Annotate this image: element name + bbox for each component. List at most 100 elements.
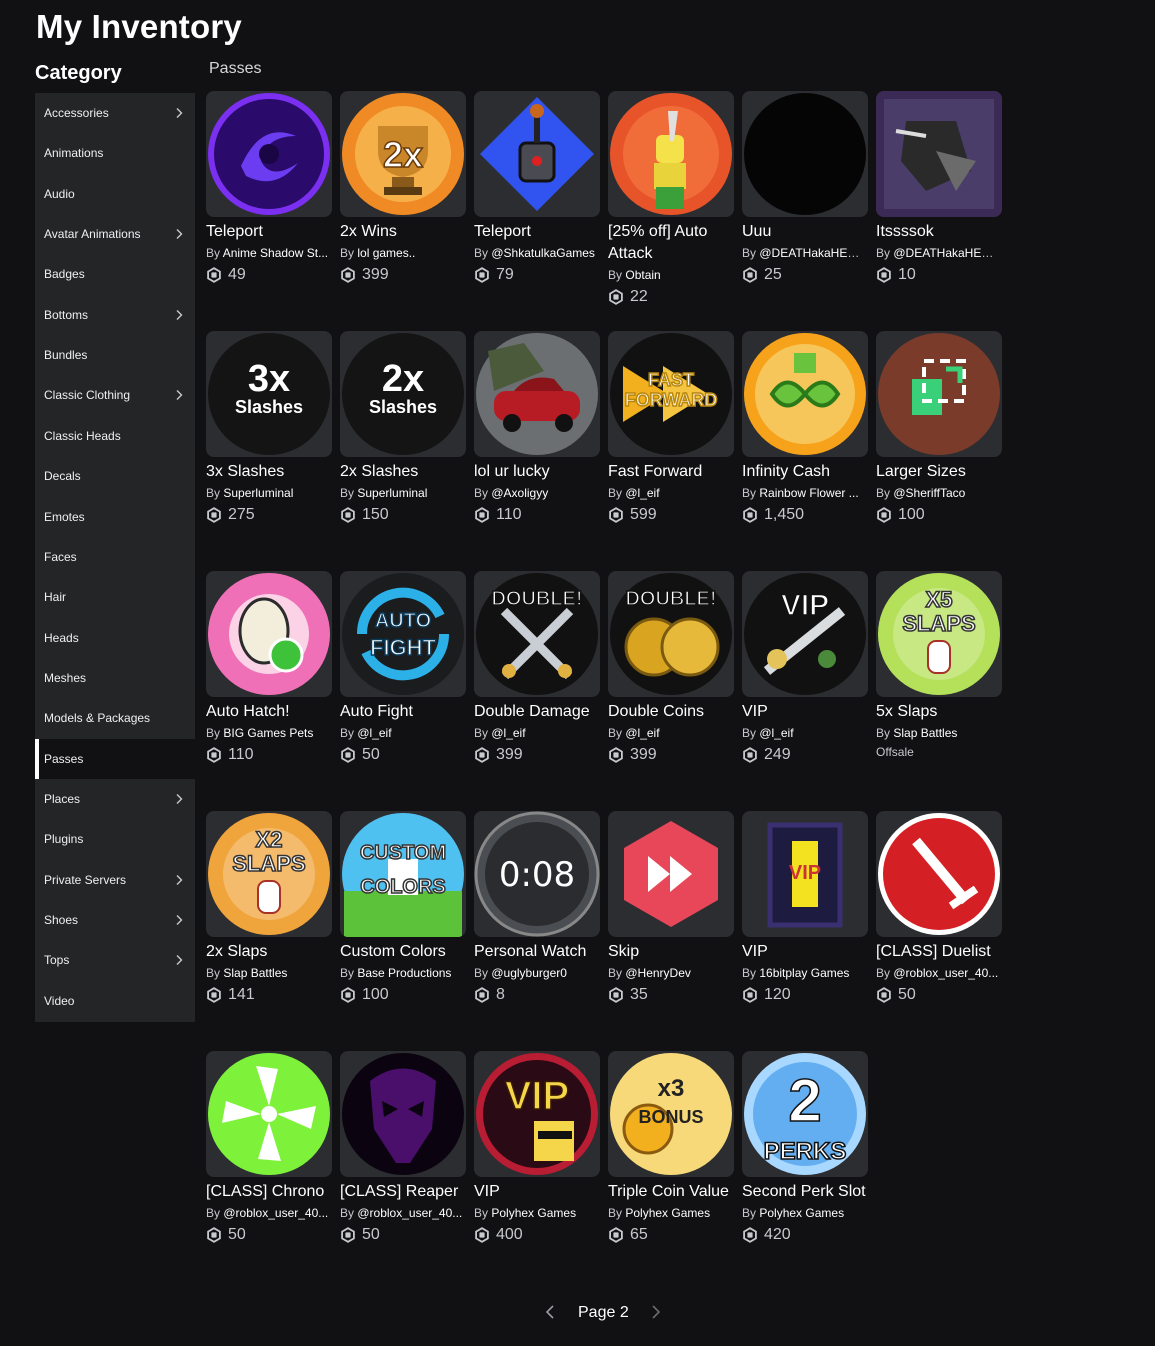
sidebar-item-hair[interactable]: Hair [35,577,195,617]
item-thumbnail[interactable]: 2x Slashes [340,331,466,457]
creator-name[interactable]: @HenryDev [625,966,691,980]
item-name[interactable]: Infinity Cash [742,461,872,483]
item-thumbnail[interactable] [876,811,1002,937]
sidebar-item-animations[interactable]: Animations [35,133,195,173]
item-name[interactable]: Itssssok [876,221,1006,243]
creator-name[interactable]: BIG Games Pets [223,726,313,740]
item-name[interactable]: [CLASS] Chrono [206,1181,336,1203]
item-name[interactable]: 3x Slashes [206,461,336,483]
creator-name[interactable]: @SheriffTaco [893,486,965,500]
sidebar-item-tops[interactable]: Tops [35,940,195,980]
sidebar-item-video[interactable]: Video [35,981,195,1021]
item-card[interactable]: x3 BONUS Triple Coin Value By Polyhex Games… [608,1051,734,1246]
creator-name[interactable]: Slap Battles [223,966,287,980]
item-card[interactable]: CUSTOM COLORS Custom Colors By Base Product… [340,811,466,1006]
item-card[interactable]: 2 PERKS Second Perk Slot By Polyhex Games 42… [742,1051,868,1246]
item-thumbnail[interactable]: X5 SLAPS [876,571,1002,697]
item-thumbnail[interactable] [340,1051,466,1177]
item-thumbnail[interactable]: FAST FORWARD [608,331,734,457]
item-card[interactable]: X2 SLAPS 2x Slaps By Slap Battles 141 [206,811,332,1006]
item-thumbnail[interactable] [876,331,1002,457]
creator-name[interactable]: @l_eif [625,726,659,740]
item-name[interactable]: [CLASS] Reaper [340,1181,470,1203]
item-thumbnail[interactable]: DOUBLE! [608,571,734,697]
item-card[interactable]: Itssssok By @DEATHakaHEAV... 10 [876,91,1002,286]
item-card[interactable]: VIP VIP By 16bitplay Games 120 [742,811,868,1006]
item-name[interactable]: VIP [742,701,872,723]
creator-name[interactable]: Polyhex Games [759,1206,844,1220]
item-card[interactable]: X5 SLAPS 5x Slaps By Slap Battles Offsale [876,571,1002,759]
item-card[interactable]: DOUBLE! Double Damage By @l_eif 399 [474,571,600,766]
item-name[interactable]: Uuu [742,221,872,243]
item-thumbnail[interactable] [608,811,734,937]
creator-name[interactable]: @DEATHakaHEAV... [893,246,1000,260]
sidebar-item-plugins[interactable]: Plugins [35,819,195,859]
sidebar-item-passes[interactable]: Passes [35,738,195,779]
item-name[interactable]: Personal Watch [474,941,604,963]
item-card[interactable]: VIP VIP By Polyhex Games 400 [474,1051,600,1246]
creator-name[interactable]: @roblox_user_40... [223,1206,328,1220]
creator-name[interactable]: @roblox_user_40... [357,1206,462,1220]
item-thumbnail[interactable] [742,91,868,217]
creator-name[interactable]: @DEATHakaHEAV... [759,246,866,260]
sidebar-item-models-packages[interactable]: Models & Packages [35,698,195,738]
sidebar-item-heads[interactable]: Heads [35,618,195,658]
item-thumbnail[interactable]: VIP [742,571,868,697]
item-name[interactable]: VIP [742,941,872,963]
next-page-icon[interactable] [648,1304,662,1320]
item-card[interactable]: 2x Slashes 2x Slashes By Superluminal 150 [340,331,466,526]
sidebar-item-classic-heads[interactable]: Classic Heads [35,416,195,456]
creator-name[interactable]: Anime Shadow St... [223,246,328,260]
creator-name[interactable]: Superluminal [223,486,293,500]
sidebar-item-avatar-animations[interactable]: Avatar Animations [35,214,195,254]
item-thumbnail[interactable] [474,91,600,217]
item-thumbnail[interactable]: CUSTOM COLORS [340,811,466,937]
item-name[interactable]: Larger Sizes [876,461,1006,483]
item-thumbnail[interactable] [206,1051,332,1177]
item-card[interactable]: Teleport By Anime Shadow St... 49 [206,91,332,286]
item-name[interactable]: [CLASS] Duelist [876,941,1006,963]
creator-name[interactable]: Slap Battles [893,726,957,740]
item-thumbnail[interactable] [206,91,332,217]
item-thumbnail[interactable]: 2 PERKS [742,1051,868,1177]
sidebar-item-badges[interactable]: Badges [35,254,195,294]
item-name[interactable]: 5x Slaps [876,701,1006,723]
item-card[interactable]: Teleport By @ShkatulkaGames 79 [474,91,600,286]
item-name[interactable]: Skip [608,941,738,963]
item-name[interactable]: lol ur lucky [474,461,604,483]
sidebar-item-decals[interactable]: Decals [35,456,195,496]
creator-name[interactable]: Rainbow Flower ... [759,486,858,500]
sidebar-item-classic-clothing[interactable]: Classic Clothing [35,375,195,415]
item-card[interactable]: lol ur lucky By @Axoligyy 110 [474,331,600,526]
creator-name[interactable]: Obtain [625,268,660,282]
creator-name[interactable]: @l_eif [759,726,793,740]
sidebar-item-bundles[interactable]: Bundles [35,335,195,375]
creator-name[interactable]: Superluminal [357,486,427,500]
item-card[interactable]: Larger Sizes By @SheriffTaco 100 [876,331,1002,526]
item-thumbnail[interactable]: 0:08 [474,811,600,937]
creator-name[interactable]: Polyhex Games [625,1206,710,1220]
item-name[interactable]: Custom Colors [340,941,470,963]
creator-name[interactable]: @Axoligyy [491,486,548,500]
sidebar-item-private-servers[interactable]: Private Servers [35,860,195,900]
creator-name[interactable]: @l_eif [491,726,525,740]
item-name[interactable]: Teleport [206,221,336,243]
item-card[interactable]: Uuu By @DEATHakaHEAV... 25 [742,91,868,286]
item-thumbnail[interactable]: 3x Slashes [206,331,332,457]
item-card[interactable]: DOUBLE! Double Coins By @l_eif 399 [608,571,734,766]
item-card[interactable]: FAST FORWARD Fast Forward By @l_eif 599 [608,331,734,526]
item-card[interactable]: AUTO FIGHT Auto Fight By @l_eif 50 [340,571,466,766]
item-thumbnail[interactable] [608,91,734,217]
item-thumbnail[interactable]: DOUBLE! [474,571,600,697]
creator-name[interactable]: @roblox_user_40... [893,966,998,980]
item-name[interactable]: Triple Coin Value [608,1181,738,1203]
item-card[interactable]: [CLASS] Duelist By @roblox_user_40... 50 [876,811,1002,1006]
item-thumbnail[interactable]: 2x [340,91,466,217]
creator-name[interactable]: Base Productions [357,966,451,980]
item-name[interactable]: Auto Hatch! [206,701,336,723]
item-card[interactable]: 3x Slashes 3x Slashes By Superluminal 275 [206,331,332,526]
sidebar-item-bottoms[interactable]: Bottoms [35,295,195,335]
creator-name[interactable]: @uglyburger0 [491,966,567,980]
previous-page-icon[interactable] [544,1304,558,1320]
creator-name[interactable]: @l_eif [625,486,659,500]
